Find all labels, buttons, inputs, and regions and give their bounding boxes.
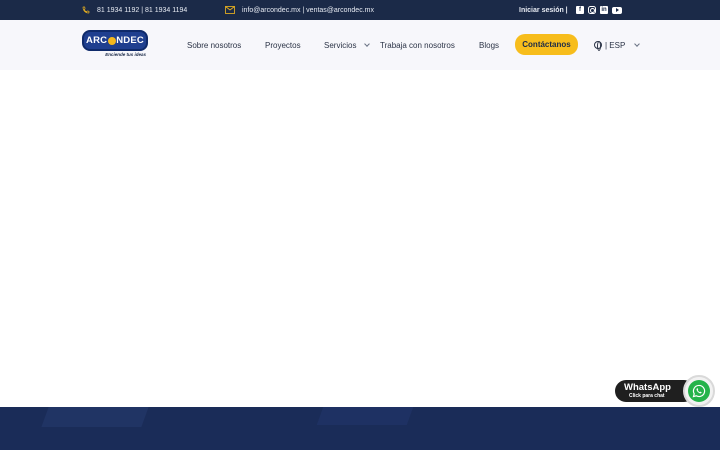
nav-servicios[interactable]: Servicios <box>324 20 371 70</box>
whatsapp-icon-circle <box>683 375 715 407</box>
linkedin-icon[interactable]: in <box>600 6 608 14</box>
phone-text: 81 1934 1192 | 81 1934 1194 <box>97 6 188 14</box>
logo-wordmark: ARC NDEC <box>82 30 148 51</box>
nav-servicios-label: Servicios <box>324 40 357 50</box>
nav-proyectos[interactable]: Proyectos <box>265 20 301 70</box>
chevron-down-icon <box>634 40 641 47</box>
login-link[interactable]: Iniciar sesión | <box>519 0 568 20</box>
email-contact[interactable]: info@arcondec.mx | ventas@arcondec.mx <box>225 0 374 20</box>
social-links: f in <box>576 0 622 20</box>
mail-icon <box>225 6 235 14</box>
language-label: | ESP <box>605 40 626 50</box>
instagram-icon[interactable] <box>588 6 596 14</box>
youtube-icon[interactable] <box>612 6 622 14</box>
nav-trabaja-con-nosotros[interactable]: Trabaja con nosotros <box>380 20 455 70</box>
language-selector[interactable]: | ESP <box>594 20 641 70</box>
whatsapp-chat-button[interactable]: WhatsApp Click para chat <box>615 375 715 407</box>
footer-band <box>0 407 720 450</box>
phone-contact[interactable]: 81 1934 1192 | 81 1934 1194 <box>82 0 187 20</box>
top-bar: 81 1934 1192 | 81 1934 1194 info@arconde… <box>0 0 720 20</box>
globe-icon <box>594 41 602 51</box>
band-texture <box>41 407 149 427</box>
chevron-down-icon <box>364 40 371 47</box>
whatsapp-title: WhatsApp <box>624 382 671 393</box>
bulb-icon <box>107 36 116 45</box>
band-texture <box>316 407 414 425</box>
facebook-icon[interactable]: f <box>576 6 584 14</box>
nav-sobre-nosotros[interactable]: Sobre nosotros <box>187 20 241 70</box>
email-text: info@arcondec.mx | ventas@arcondec.mx <box>242 6 374 14</box>
nav-blogs[interactable]: Blogs <box>479 20 499 70</box>
phone-icon <box>82 6 90 14</box>
whatsapp-icon <box>688 380 710 402</box>
contact-button[interactable]: Contáctanos <box>515 34 578 55</box>
arcondec-logo[interactable]: ARC NDEC Enciende tus ideas <box>82 30 148 60</box>
whatsapp-subtitle: Click para chat <box>629 393 665 399</box>
logo-tagline: Enciende tus ideas <box>105 52 146 57</box>
